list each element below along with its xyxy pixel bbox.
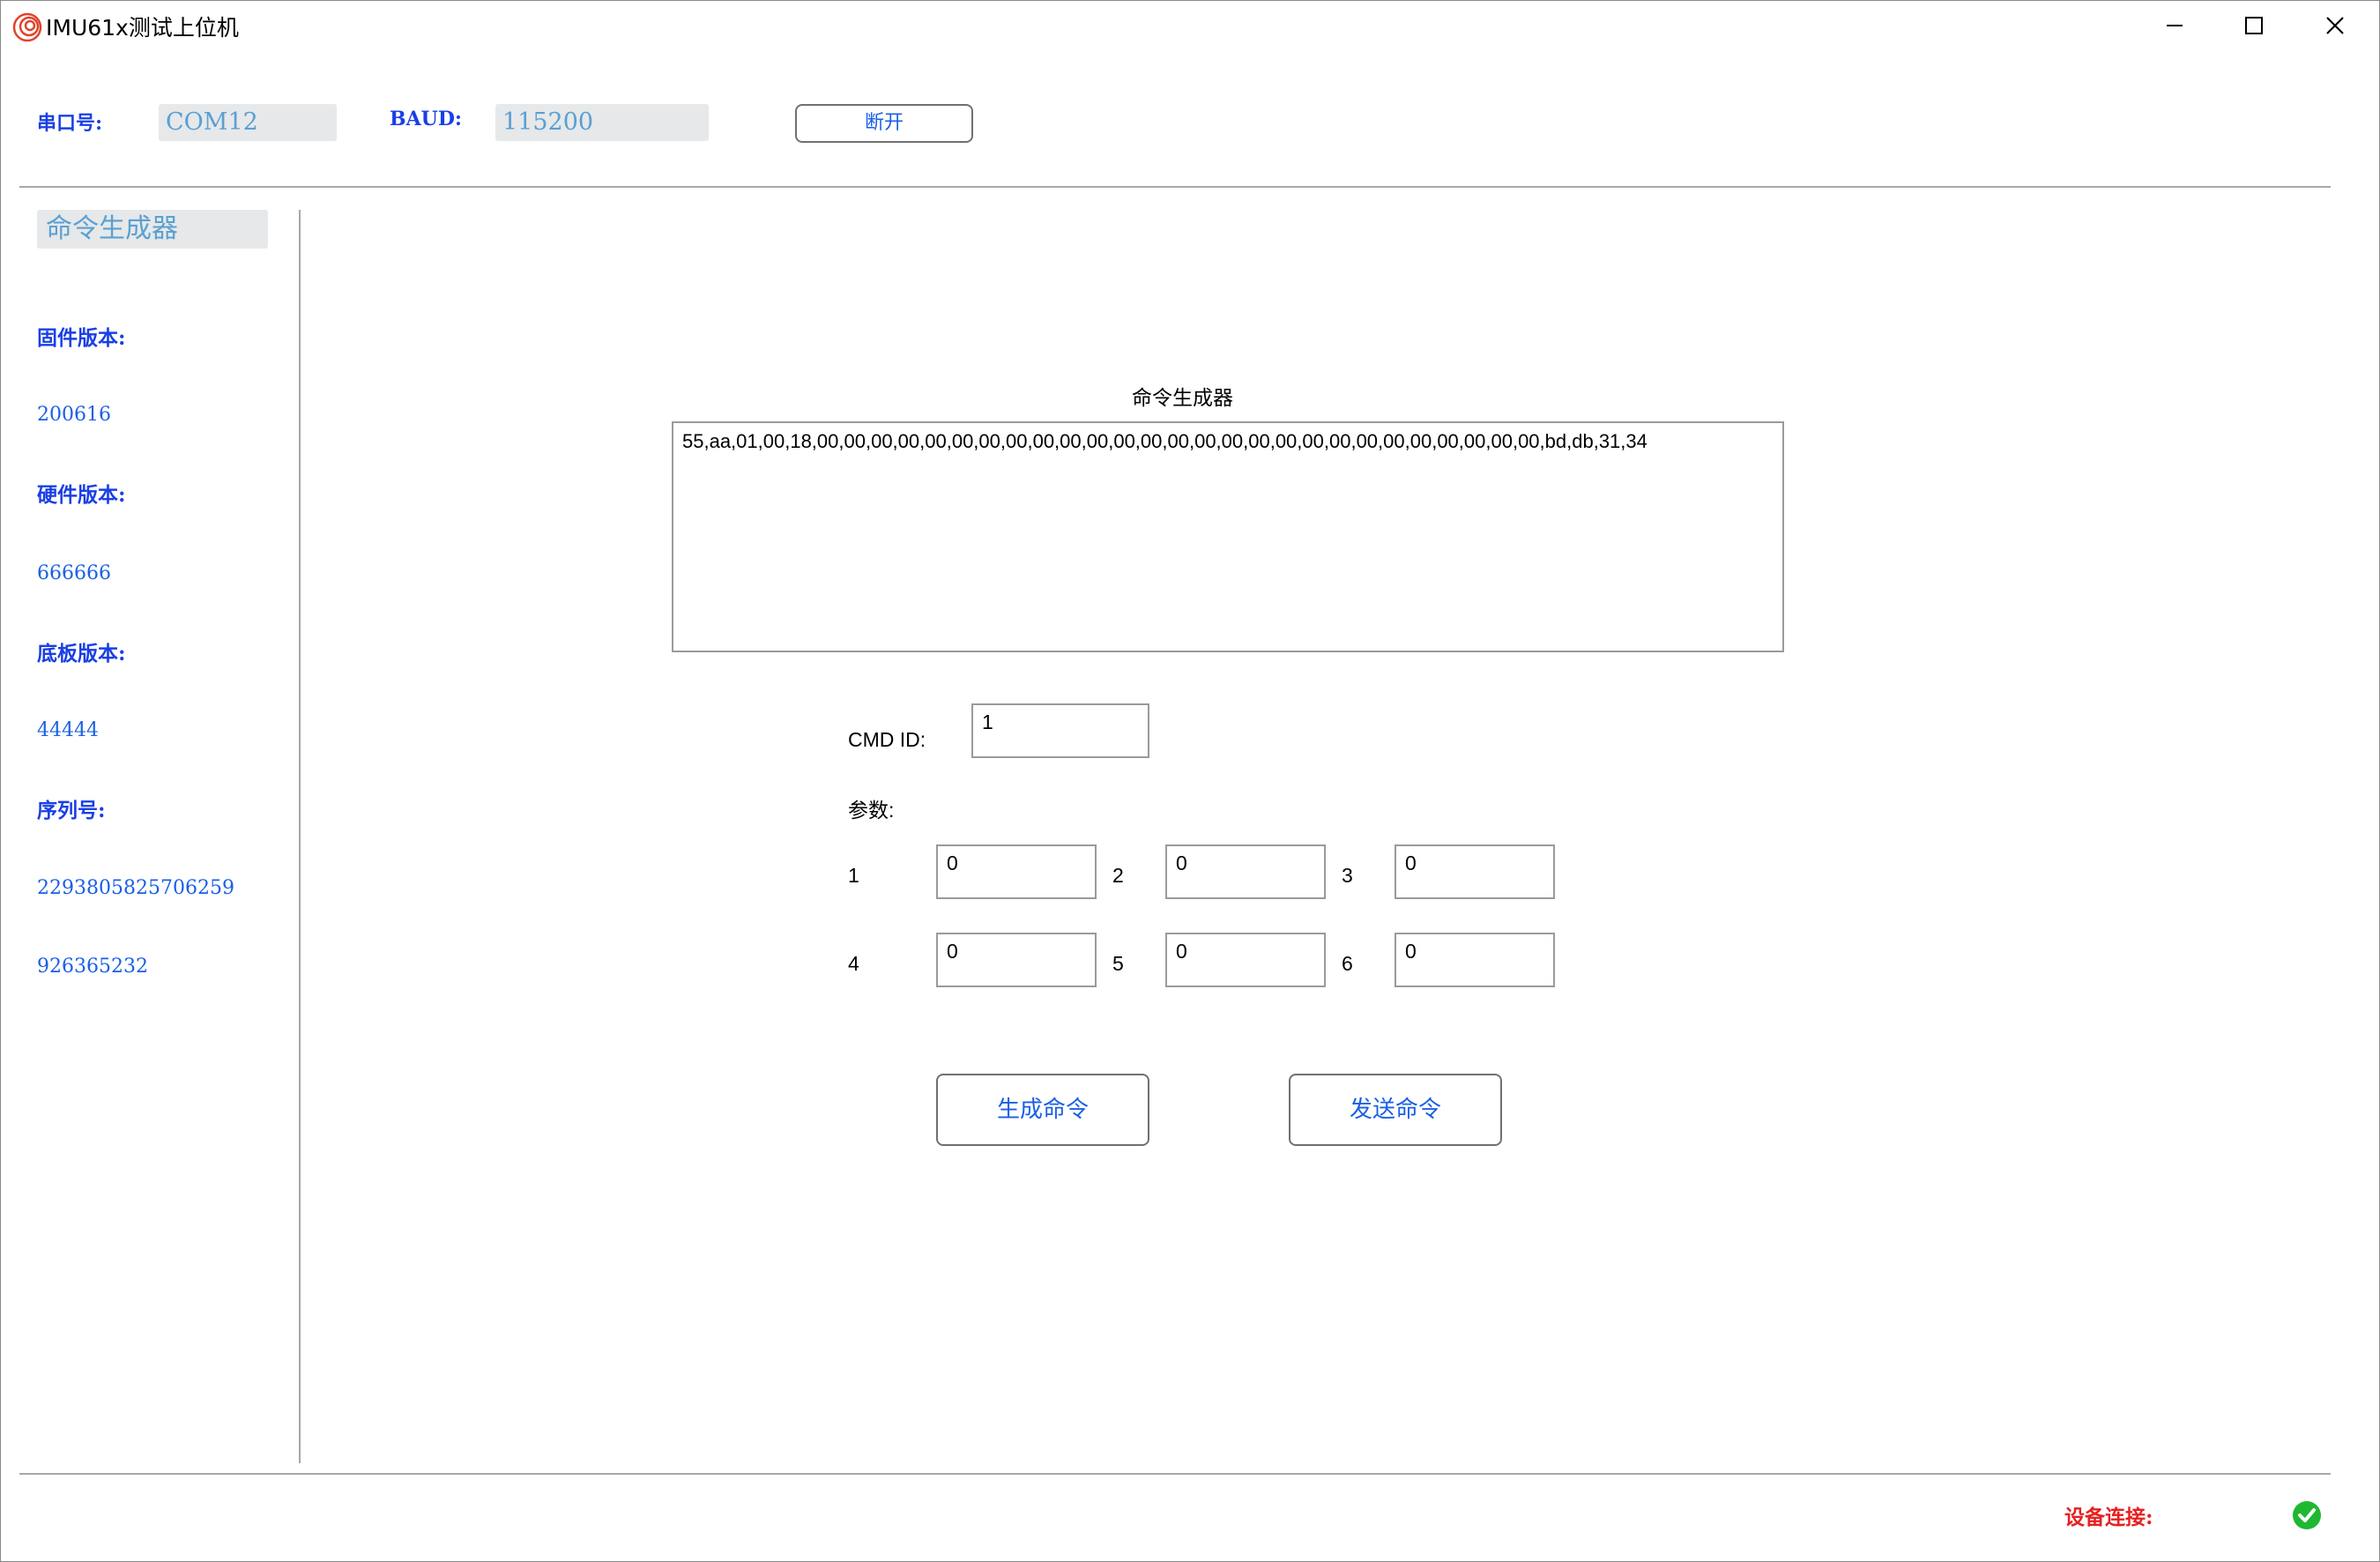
param-index: 3 xyxy=(1342,864,1353,887)
serial-number-label: 序列号: xyxy=(37,799,106,822)
param-input-1[interactable]: 0 xyxy=(936,844,1097,899)
window-title: IMU61x测试上位机 xyxy=(46,15,239,41)
hardware-version-label: 硬件版本: xyxy=(37,483,126,507)
serial-number-value: 2293805825706259 xyxy=(37,877,234,899)
param-index: 5 xyxy=(1112,952,1124,975)
firmware-version-label: 固件版本: xyxy=(37,326,126,350)
baud-field[interactable]: 115200 xyxy=(495,104,709,141)
maximize-icon xyxy=(2245,17,2263,34)
command-output[interactable]: 55,aa,01,00,18,00,00,00,00,00,00,00,00,0… xyxy=(672,421,1784,652)
firmware-version-value: 200616 xyxy=(37,404,111,426)
app-logo-icon xyxy=(12,12,42,42)
params-label: 参数: xyxy=(848,799,895,822)
board-version-value: 44444 xyxy=(37,719,99,741)
close-icon xyxy=(2326,17,2344,34)
hardware-version-value: 666666 xyxy=(37,562,111,584)
extra-id-value: 926365232 xyxy=(37,956,148,978)
cmd-id-input[interactable]: 1 xyxy=(971,703,1149,758)
check-circle-icon xyxy=(2293,1501,2321,1529)
param-input-5[interactable]: 0 xyxy=(1165,933,1326,987)
param-input-4[interactable]: 0 xyxy=(936,933,1097,987)
cmd-id-label: CMD ID: xyxy=(848,728,926,751)
port-field[interactable]: COM12 xyxy=(159,104,337,141)
port-label: 串口号: xyxy=(37,112,103,135)
device-connection-label: 设备连接: xyxy=(2064,1506,2153,1529)
param-index: 6 xyxy=(1342,952,1353,975)
sidebar-item-command-generator[interactable]: 命令生成器 xyxy=(37,210,268,249)
close-button[interactable] xyxy=(2297,0,2373,51)
param-input-6[interactable]: 0 xyxy=(1395,933,1555,987)
baud-label: BAUD: xyxy=(390,108,463,130)
param-index: 1 xyxy=(848,864,859,887)
top-divider xyxy=(19,186,2331,188)
disconnect-button[interactable]: 断开 xyxy=(795,104,973,143)
bottom-divider xyxy=(19,1473,2331,1475)
param-index: 2 xyxy=(1112,864,1124,887)
board-version-label: 底板版本: xyxy=(37,642,126,666)
title-bar: IMU61x测试上位机 xyxy=(0,0,2380,51)
param-input-3[interactable]: 0 xyxy=(1395,844,1555,899)
window-frame xyxy=(0,0,2380,1562)
minimize-button[interactable] xyxy=(2137,0,2213,51)
generator-title: 命令生成器 xyxy=(1132,387,1233,410)
maximize-button[interactable] xyxy=(2216,0,2292,51)
param-index: 4 xyxy=(848,952,859,975)
sidebar-divider xyxy=(299,210,301,1463)
minimize-icon xyxy=(2167,25,2183,26)
param-input-2[interactable]: 0 xyxy=(1165,844,1326,899)
send-command-button[interactable]: 发送命令 xyxy=(1289,1074,1502,1146)
generate-command-button[interactable]: 生成命令 xyxy=(936,1074,1149,1146)
